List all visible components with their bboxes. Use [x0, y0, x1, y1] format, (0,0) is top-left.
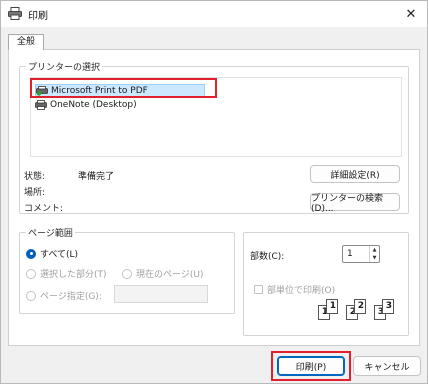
tab-general[interactable]: 全般 [8, 34, 44, 50]
printer-name: OneNote (Desktop) [50, 99, 137, 110]
page-range-legend: ページ範囲 [26, 226, 75, 239]
collate-page: 2 [354, 299, 366, 314]
spin-arrows[interactable]: ▲ ▼ [369, 246, 379, 262]
tab-panel: プリンターの選択 Microsoft Print to PDF OneNote … [8, 49, 420, 346]
radio-dot [26, 248, 36, 259]
print-button[interactable]: 印刷(P) [277, 356, 345, 376]
copies-label: 部数(C): [250, 252, 285, 262]
checkbox-box [254, 285, 263, 294]
printer-selection-group: プリンターの選択 Microsoft Print to PDF OneNote … [19, 60, 409, 214]
copies-group: 部数(C): 1 ▲ ▼ 部単位で印刷(O) 1 1 2 2 3 3 [243, 232, 409, 336]
onenote-printer-icon [35, 99, 47, 110]
radio-selection[interactable]: 選択した部分(T) [26, 267, 107, 280]
radio-all-pages[interactable]: すべて(L) [26, 247, 78, 260]
printer-section-legend: プリンターの選択 [26, 60, 103, 73]
collate-icon: 1 1 2 2 3 3 [318, 299, 408, 329]
radio-all-label: すべて(L) [40, 250, 79, 260]
print-dialog: 印刷 ✕ 全般 プリンターの選択 Microsoft Print to PDF [0, 0, 428, 384]
radio-dot [26, 290, 36, 301]
title-bar: 印刷 ✕ [1, 1, 427, 27]
radio-dot [26, 268, 36, 279]
radio-current-label: 現在のページ(U) [136, 270, 204, 280]
status-value: 準備完了 [78, 172, 115, 182]
find-printer-button[interactable]: プリンターの検索(D)... [310, 193, 400, 214]
location-label: 場所: [24, 188, 46, 198]
radio-dot [122, 268, 132, 279]
comment-label: コメント: [24, 204, 64, 214]
window-title: 印刷 [28, 11, 48, 22]
close-icon: ✕ [405, 6, 417, 22]
radio-selection-label: 選択した部分(T) [40, 270, 107, 280]
copies-stepper[interactable]: 1 ▲ ▼ [342, 245, 380, 263]
radio-pages[interactable]: ページ指定(G): [26, 289, 102, 302]
printer-list[interactable]: Microsoft Print to PDF OneNote (Desktop) [30, 77, 402, 157]
arrow-up-icon[interactable]: ▲ [370, 246, 379, 254]
radio-pages-label: ページ指定(G): [40, 292, 102, 302]
cancel-button[interactable]: キャンセル [353, 356, 421, 376]
radio-current-page[interactable]: 現在のページ(U) [122, 267, 203, 280]
copies-value: 1 [347, 249, 353, 259]
printer-name: Microsoft Print to PDF [51, 85, 148, 96]
preferences-button[interactable]: 詳細設定(R) [310, 165, 400, 183]
printer-item-pdf[interactable]: Microsoft Print to PDF [35, 84, 205, 97]
collate-label: 部単位で印刷(O) [267, 286, 336, 296]
printer-item-onenote[interactable]: OneNote (Desktop) [35, 98, 205, 111]
printer-icon [8, 7, 22, 20]
collate-checkbox[interactable]: 部単位で印刷(O) [254, 283, 335, 296]
page-range-group: ページ範囲 すべて(L) 選択した部分(T) 現在のページ(U) ページ指定(G… [19, 226, 235, 314]
collate-page: 1 [326, 299, 338, 314]
close-button[interactable]: ✕ [395, 1, 427, 27]
pdf-printer-icon [36, 85, 48, 96]
pages-input[interactable] [114, 285, 208, 303]
collate-page: 3 [382, 299, 394, 314]
arrow-down-icon[interactable]: ▼ [370, 254, 379, 262]
status-label: 状態: [24, 172, 46, 182]
